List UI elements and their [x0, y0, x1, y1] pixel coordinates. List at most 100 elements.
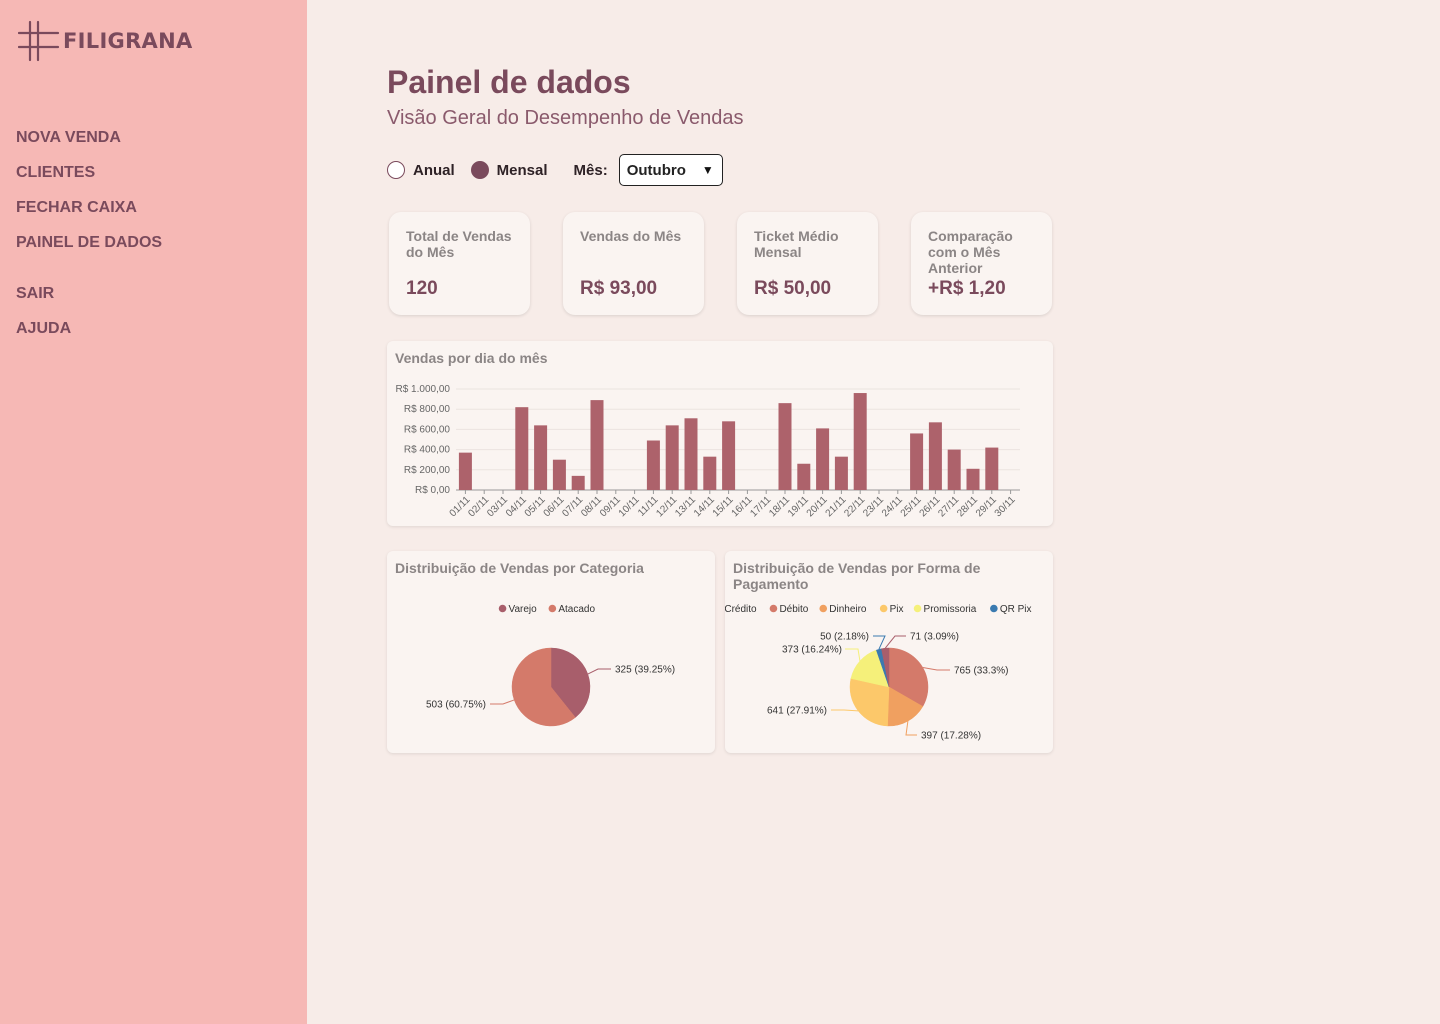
legend-label: Débito	[779, 604, 808, 615]
bar-07/11	[571, 475, 585, 490]
pie-data-label: 503 (60.75%)	[426, 700, 486, 711]
legend-marker	[548, 604, 557, 613]
kpi-card-comparacao: Comparação com o Mês Anterior +R$ 1,20	[911, 212, 1052, 315]
x-tick-label: 30/11	[993, 494, 1018, 519]
bar-12/11	[665, 425, 679, 490]
kpi-value: R$ 50,00	[754, 278, 832, 299]
sidebar-nav: NOVA VENDA CLIENTES FECHAR CAIXA PAINEL …	[16, 127, 162, 267]
legend-label: Varejo	[509, 604, 538, 615]
kpi-label: Ticket Médio Mensal	[754, 228, 839, 260]
sidebar-footer-nav: SAIR AJUDA	[16, 283, 71, 353]
bar-14/11	[703, 456, 717, 490]
kpi-card-ticket-medio: Ticket Médio Mensal R$ 50,00	[737, 212, 878, 315]
sidebar-item-ajuda[interactable]: AJUDA	[16, 318, 71, 353]
pie-label-line	[905, 721, 917, 736]
payment-pie-panel: Crédito Débito Dinheiro Pix Promissoria QR Pi…	[725, 551, 1053, 753]
brand-logo[interactable]: FILIGRANA	[18, 20, 193, 62]
legend-marker	[819, 604, 828, 613]
bar-29/11	[985, 447, 999, 490]
bar-20/11	[816, 428, 830, 490]
month-select[interactable]: Outubro ▼	[618, 154, 723, 186]
bar-18/11	[778, 403, 792, 490]
x-tick-label: 10/11	[617, 494, 642, 519]
sidebar: FILIGRANA NOVA VENDA CLIENTES FECHAR CAI…	[0, 0, 307, 1024]
pie-label-line	[884, 635, 906, 649]
pie-label-line	[845, 648, 861, 662]
pie-data-label: 373 (16.24%)	[782, 645, 842, 656]
chart-title: Distribuição de Vendas por Forma de Paga…	[733, 560, 981, 592]
legend-marker	[498, 604, 507, 613]
y-tick-label: R$ 600,00	[404, 424, 451, 435]
legend-marker	[990, 604, 998, 613]
legend-label: Promissoria	[924, 604, 977, 615]
legend-marker	[913, 604, 922, 613]
daily-sales-chart: R$ 0,00 R$ 200,00 R$ 400,00 R$ 600,00 R$ 800…	[396, 384, 1020, 519]
radio-mensal[interactable]	[470, 161, 489, 179]
pie-label-line	[587, 668, 611, 675]
bar-04/11	[515, 407, 529, 490]
bar-01/11	[458, 452, 472, 490]
dropdown-arrow-icon: ▼	[701, 163, 714, 177]
pie-data-label: 325 (39.25%)	[615, 665, 675, 676]
kpi-value: R$ 93,00	[580, 278, 658, 299]
kpi-value: 120	[406, 278, 438, 299]
y-tick-label: R$ 0,00	[415, 485, 450, 496]
pie-label-line	[490, 699, 515, 705]
y-tick-label: R$ 400,00	[404, 445, 451, 456]
period-filters: Anual Mensal Mês: Outubro ▼	[387, 154, 723, 186]
bar-05/11	[534, 425, 548, 490]
y-tick-label: R$ 1.000,00	[396, 384, 451, 395]
bar-26/11	[928, 422, 942, 490]
legend-label: Atacado	[558, 604, 595, 615]
pie-label-line	[831, 709, 859, 712]
category-pie-panel: Varejo Atacado 325 (39.25%) 503 (60.75%) Di…	[387, 551, 715, 753]
legend-label: Pix	[890, 604, 904, 615]
bar-28/11	[966, 468, 980, 490]
legend-label: QR Pix	[1000, 604, 1032, 615]
chart-title: Distribuição de Vendas por Categoria	[395, 560, 644, 576]
kpi-card-total-vendas: Total de Vendas do Mês 120	[389, 212, 530, 315]
pie-data-label: 765 (33.3%)	[954, 666, 1008, 677]
sidebar-item-clientes[interactable]: CLIENTES	[16, 162, 162, 197]
legend-label: Crédito	[725, 604, 757, 615]
pie-label-line	[873, 635, 886, 650]
month-select-value: Outubro	[626, 161, 686, 179]
legend-marker	[769, 604, 778, 613]
bar-11/11	[646, 440, 660, 490]
kpi-label: Comparação com o Mês Anterior	[928, 228, 1013, 276]
radio-mensal-label[interactable]: Mensal	[497, 162, 548, 179]
legend-label: Dinheiro	[829, 604, 867, 615]
sidebar-item-nova-venda[interactable]: NOVA VENDA	[16, 127, 162, 162]
bar-08/11	[590, 400, 604, 490]
page-title: Painel de dados	[387, 64, 631, 100]
daily-sales-chart-panel: R$ 0,00 R$ 200,00 R$ 400,00 R$ 600,00 R$ 800…	[387, 341, 1053, 526]
pie-data-label: 71 (3.09%)	[910, 632, 959, 643]
brand-name: FILIGRANA	[63, 29, 193, 53]
bar-21/11	[834, 456, 848, 490]
month-label: Mês:	[573, 161, 608, 179]
page-subtitle: Visão Geral do Desempenho de Vendas	[387, 107, 744, 129]
sidebar-item-fechar-caixa[interactable]: FECHAR CAIXA	[16, 197, 162, 232]
bar-27/11	[947, 449, 961, 490]
bar-19/11	[797, 463, 811, 490]
legend-marker	[879, 604, 888, 613]
kpi-label: Vendas do Mês	[580, 228, 682, 244]
bar-06/11	[552, 459, 566, 490]
bar-15/11	[722, 421, 736, 490]
sidebar-item-sair[interactable]: SAIR	[16, 283, 71, 318]
pie-label-line	[922, 666, 950, 671]
pie-data-label: 397 (17.28%)	[921, 731, 981, 742]
category-pie-chart: Varejo Atacado 325 (39.25%) 503 (60.75%)	[426, 604, 675, 727]
pie-data-label: 641 (27.91%)	[767, 706, 827, 717]
chart-title: Vendas por dia do mês	[395, 350, 548, 366]
radio-anual[interactable]	[387, 161, 405, 179]
sidebar-item-painel-de-dados[interactable]: PAINEL DE DADOS	[16, 232, 162, 267]
kpi-label: Total de Vendas do Mês	[406, 228, 512, 260]
kpi-value: +R$ 1,20	[928, 278, 1006, 299]
bar-22/11	[853, 393, 867, 490]
y-tick-label: R$ 200,00	[404, 465, 451, 476]
radio-anual-label[interactable]: Anual	[413, 162, 455, 179]
bar-25/11	[910, 433, 924, 490]
y-tick-label: R$ 800,00	[404, 404, 451, 415]
bar-13/11	[684, 418, 698, 490]
